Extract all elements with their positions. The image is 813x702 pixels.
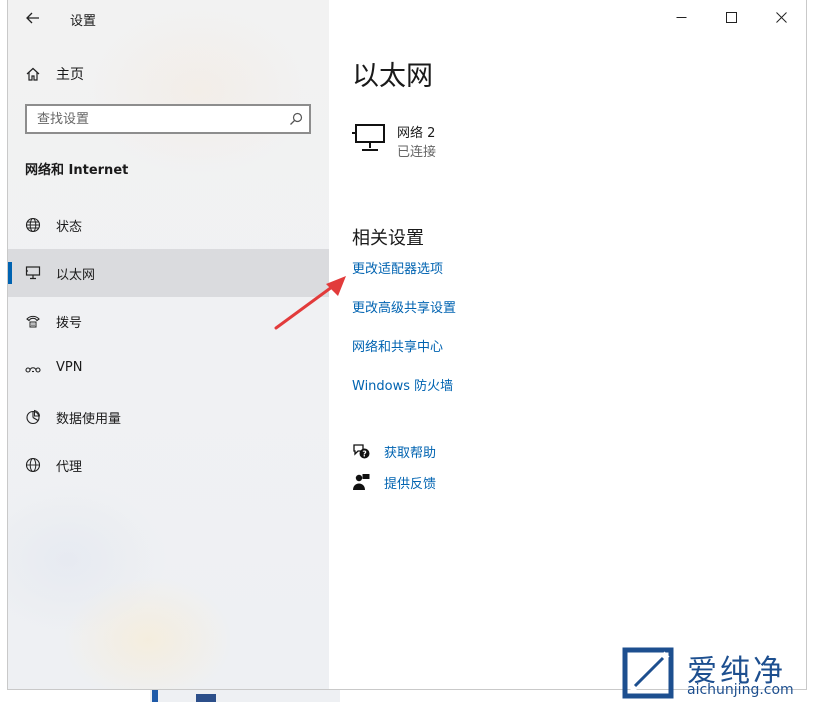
- sidebar-item-proxy[interactable]: 代理: [8, 441, 329, 489]
- give-feedback-label: 提供反馈: [384, 473, 436, 492]
- network-card[interactable]: 网络 2 已连接: [352, 120, 552, 164]
- section-title: 网络和 Internet: [25, 159, 128, 178]
- svg-text:?: ?: [362, 449, 366, 458]
- main-content: 以太网 网络 2 已连接 相关设置 更改适配器选项 更改高级共享设置 网络和共享…: [329, 0, 806, 689]
- search-box[interactable]: [25, 104, 311, 134]
- sidebar-item-label: 以太网: [56, 264, 95, 283]
- watermark-url: aichunjing.com: [687, 682, 794, 698]
- advanced-sharing-link[interactable]: 更改高级共享设置: [352, 297, 456, 316]
- sidebar-item-label: 拨号: [56, 312, 82, 331]
- sidebar: 设置 主页 网络和 Internet 状态: [8, 0, 329, 689]
- help-chat-icon: ?: [352, 442, 370, 460]
- minimize-icon: [676, 12, 687, 23]
- get-help-label: 获取帮助: [384, 442, 436, 461]
- titlebar-left: 设置: [8, 0, 329, 36]
- network-name: 网络 2: [397, 122, 435, 141]
- dialup-phone-icon: [25, 313, 41, 329]
- back-button[interactable]: [16, 4, 50, 32]
- windows-firewall-link[interactable]: Windows 防火墙: [352, 375, 453, 394]
- sidebar-item-vpn[interactable]: VPN: [8, 345, 329, 393]
- maximize-button[interactable]: [706, 0, 756, 34]
- maximize-icon: [726, 12, 737, 23]
- search-icon[interactable]: [289, 112, 303, 126]
- sidebar-item-status[interactable]: 状态: [8, 201, 329, 249]
- sidebar-item-label: 代理: [56, 456, 82, 475]
- ethernet-monitor-icon: [352, 123, 386, 153]
- data-usage-pie-icon: [25, 409, 41, 425]
- sidebar-item-label: VPN: [56, 360, 82, 375]
- page-title: 以太网: [352, 54, 433, 93]
- network-status: 已连接: [397, 141, 436, 160]
- status-globe-icon: [25, 217, 41, 233]
- app-title: 设置: [70, 10, 96, 29]
- window-controls: [656, 0, 806, 34]
- close-button[interactable]: [756, 0, 806, 34]
- ethernet-monitor-icon: [25, 265, 41, 281]
- home-icon: [25, 66, 41, 82]
- change-adapter-options-link[interactable]: 更改适配器选项: [352, 258, 443, 277]
- related-settings-title: 相关设置: [352, 224, 424, 250]
- home-label: 主页: [56, 64, 84, 84]
- sidebar-item-label: 数据使用量: [56, 408, 121, 427]
- home-nav-item[interactable]: 主页: [8, 56, 329, 92]
- proxy-globe-icon: [25, 457, 41, 473]
- sidebar-item-label: 状态: [56, 216, 82, 235]
- settings-window: 设置 主页 网络和 Internet 状态: [7, 0, 807, 690]
- vpn-icon: [25, 361, 41, 377]
- search-input[interactable]: [27, 106, 287, 132]
- sidebar-item-data-usage[interactable]: 数据使用量: [8, 393, 329, 441]
- sidebar-nav: 状态 以太网 拨号: [8, 201, 329, 489]
- annotation-arrow: [270, 272, 350, 334]
- watermark-logo: 爱纯净 aichunjing.com: [617, 644, 813, 702]
- taskbar-fragment: [150, 690, 340, 702]
- brand-logo-icon: [621, 646, 683, 700]
- minimize-button[interactable]: [656, 0, 706, 34]
- network-sharing-center-link[interactable]: 网络和共享中心: [352, 336, 443, 355]
- close-icon: [776, 12, 787, 23]
- feedback-person-icon: [352, 473, 370, 491]
- back-arrow-icon: [26, 12, 40, 24]
